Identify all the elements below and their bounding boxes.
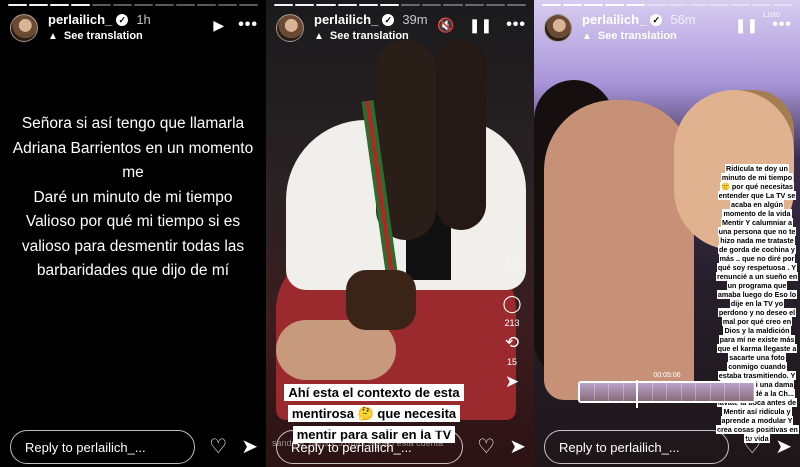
story-text-line: barbaridades que dijo de mí <box>36 262 230 279</box>
translate-icon: ▲ <box>582 30 592 42</box>
muted-speaker-icon[interactable]: 🔇 <box>437 18 454 32</box>
heart-icon[interactable]: ♡ <box>477 437 495 457</box>
story-header: perlailich_ ✓ 56m ▲ See translation ❚❚ •… <box>544 12 792 52</box>
avatar[interactable] <box>276 14 304 42</box>
story-panel-3: Listo perlailich_ ✓ 56m ▲ See translatio… <box>534 0 800 467</box>
verified-badge-icon: ✓ <box>116 13 129 26</box>
username[interactable]: perlailich_ <box>48 12 112 27</box>
see-translation-label: See translation <box>597 30 677 42</box>
translate-icon: ▲ <box>48 30 58 42</box>
username[interactable]: perlailich_ <box>582 12 646 27</box>
story-time: 39m <box>402 12 428 27</box>
story-time: 56m <box>670 12 696 27</box>
repost-count: 15 <box>506 357 517 367</box>
reply-bar: Reply to perlailich_... ♡ ➤ <box>10 427 258 467</box>
more-icon[interactable]: ••• <box>772 17 792 33</box>
timeline-playhead[interactable] <box>636 380 638 408</box>
comment-count: 213 <box>504 318 520 328</box>
story-header: perlailich_ ✓ 1h ▲ See translation ▶ ••• <box>10 12 258 52</box>
reply-bar: Reply to perlailich_... ♡ ➤ <box>276 427 526 467</box>
send-icon[interactable]: ➤ <box>775 437 792 457</box>
reel-side-actions: ♡ ◯ 213 ⟲ 15 ➤ <box>498 256 526 390</box>
more-icon[interactable]: ••• <box>238 17 258 33</box>
heart-icon[interactable]: ♡ <box>504 256 519 273</box>
heart-icon[interactable]: ♡ <box>743 437 761 457</box>
see-translation-link[interactable]: ▲ See translation <box>582 30 696 42</box>
see-translation-link[interactable]: ▲ See translation <box>48 30 151 42</box>
pause-icon[interactable]: ❚❚ <box>735 18 758 32</box>
story-text-line: Señora si así tengo que llamarla <box>21 115 245 132</box>
reply-input[interactable]: Reply to perlailich_... <box>10 430 196 464</box>
send-icon[interactable]: ➤ <box>241 437 258 457</box>
story-text-line: Valioso por qué mi tiempo si es <box>25 213 241 230</box>
timeline-strip[interactable] <box>578 381 756 403</box>
send-icon[interactable]: ➤ <box>509 437 526 457</box>
story-text-line: valioso para desmentir todas las <box>21 237 245 255</box>
reply-input[interactable]: Reply to perlailich_... <box>276 430 464 464</box>
story-progress-bar <box>8 4 258 6</box>
pause-icon[interactable]: ❚❚ <box>469 18 492 32</box>
story-text-line: Adriana Barrientos en un momento <box>12 139 254 157</box>
story-text: Señora si así tengo que llamarla Adriana… <box>12 112 254 284</box>
story-text-line: Daré un minuto de mi tiempo <box>33 188 233 206</box>
see-translation-label: See translation <box>329 30 409 42</box>
play-icon[interactable]: ▶ <box>213 18 224 32</box>
story-progress-bar <box>274 4 527 6</box>
story-panel-1: perlailich_ ✓ 1h ▲ See translation ▶ •••… <box>0 0 266 467</box>
story-progress-bar <box>542 4 792 6</box>
story-header: perlailich_ ✓ 39m ▲ See translation 🔇 ❚❚… <box>276 12 526 52</box>
story-panel-2: perlailich_ ✓ 39m ▲ See translation 🔇 ❚❚… <box>266 0 534 467</box>
avatar[interactable] <box>10 14 38 42</box>
video-timeline[interactable]: 00:05:06 <box>578 372 756 408</box>
reply-bar: Reply to perlailich_... ♡ ➤ <box>544 427 792 467</box>
avatar[interactable] <box>544 14 572 42</box>
translate-icon: ▲ <box>314 30 324 42</box>
username[interactable]: perlailich_ <box>314 12 378 27</box>
heart-icon[interactable]: ♡ <box>209 437 227 457</box>
see-translation-link[interactable]: ▲ See translation <box>314 30 428 42</box>
story-time: 1h <box>136 12 151 27</box>
repost-icon[interactable]: ⟲ <box>505 334 519 351</box>
verified-badge-icon: ✓ <box>650 13 663 26</box>
comment-icon[interactable]: ◯ <box>502 295 521 312</box>
story-text-line: me <box>122 164 144 181</box>
timeline-timestamp: 00:05:06 <box>653 372 681 379</box>
verified-badge-icon: ✓ <box>382 13 395 26</box>
more-icon[interactable]: ••• <box>506 17 526 33</box>
send-icon[interactable]: ➤ <box>505 373 519 390</box>
see-translation-label: See translation <box>63 30 143 42</box>
reply-input[interactable]: Reply to perlailich_... <box>544 430 730 464</box>
